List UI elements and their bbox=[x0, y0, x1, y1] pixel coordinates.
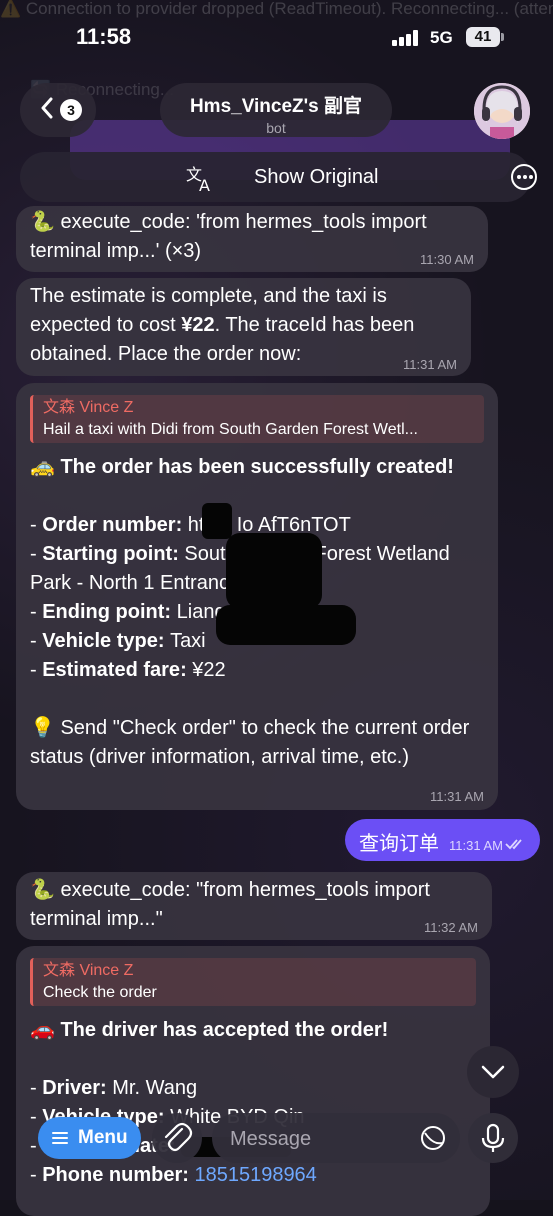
driver-line: - Driver: Mr. Wang bbox=[30, 1077, 198, 1099]
message-line: 🐍 execute_code: "from hermes_tools impor… bbox=[30, 879, 430, 901]
unread-count-badge: 3 bbox=[60, 99, 82, 121]
reply-sender: 文森 Vince Z bbox=[43, 962, 134, 979]
menu-button[interactable]: Menu bbox=[38, 1117, 141, 1159]
status-time: 11:58 bbox=[76, 24, 132, 49]
status-bar: ⚠️ Connection to provider dropped (ReadT… bbox=[0, 0, 553, 60]
svg-text:A: A bbox=[199, 176, 210, 192]
notification-ghost: ⚠️ Connection to provider dropped (ReadT… bbox=[0, 0, 553, 18]
translate-icon: 文 A bbox=[186, 165, 210, 192]
network-type: 5G bbox=[430, 28, 453, 47]
battery-cap bbox=[501, 33, 504, 41]
message-time: 11:31 AM bbox=[430, 789, 484, 804]
message-bubble[interactable]: 文森 Vince Z Hail a taxi with Didi from So… bbox=[16, 383, 498, 810]
message-bubble[interactable]: 🐍 execute_code: "from hermes_tools impor… bbox=[16, 872, 492, 940]
avatar[interactable] bbox=[474, 83, 530, 139]
message-time: 11:30 AM bbox=[420, 252, 474, 267]
outgoing-message[interactable]: 查询订单 11:31 AM bbox=[345, 819, 540, 861]
paperclip-icon bbox=[164, 1122, 193, 1152]
reply-text: Check the order bbox=[43, 984, 157, 1001]
reply-sender: 文森 Vince Z bbox=[43, 399, 134, 416]
message-field[interactable] bbox=[212, 1113, 460, 1165]
read-checkmarks-icon bbox=[505, 839, 522, 850]
tip-text: 💡 Send "Check order" to check the curren… bbox=[30, 717, 470, 768]
message-line: terminal imp...' (×3) bbox=[30, 240, 202, 262]
message-line: 🐍 execute_code: 'from hermes_tools impor… bbox=[30, 211, 427, 233]
redaction-mark bbox=[202, 503, 232, 539]
message-bubble[interactable]: 文森 Vince Z Check the order 🚗 The driver … bbox=[16, 946, 490, 1216]
phone-link[interactable]: 18515198964 bbox=[194, 1164, 316, 1186]
message-heading: 🚗 The driver has accepted the order! bbox=[30, 1019, 389, 1041]
chat-title[interactable]: Hms_VinceZ's 副官 bot bbox=[160, 83, 392, 137]
show-original-label: Show Original bbox=[254, 166, 379, 188]
battery-indicator: 41 bbox=[466, 27, 500, 47]
outgoing-text: 查询订单 bbox=[359, 833, 439, 855]
more-icon[interactable] bbox=[511, 164, 537, 190]
signal-icon bbox=[392, 30, 418, 46]
message-heading: 🚕 The order has been successfully create… bbox=[30, 456, 454, 478]
message-text: The estimate is complete, and the taxi i… bbox=[30, 285, 415, 365]
reply-quote[interactable]: 文森 Vince Z Hail a taxi with Didi from So… bbox=[30, 395, 484, 443]
message-time: 11:31 AM bbox=[403, 357, 457, 372]
translate-bar[interactable]: 文 A Show Original bbox=[20, 152, 537, 202]
scroll-down-icon bbox=[481, 1065, 505, 1079]
reply-quote[interactable]: 文森 Vince Z Check the order bbox=[30, 958, 476, 1006]
chat-subtitle: bot bbox=[266, 120, 286, 136]
microphone-button[interactable] bbox=[468, 1113, 518, 1163]
sticker-icon[interactable] bbox=[420, 1125, 446, 1151]
menu-lines-icon bbox=[52, 1132, 68, 1144]
message-bubble[interactable]: 🐍 execute_code: 'from hermes_tools impor… bbox=[16, 206, 488, 272]
fare-line: - Estimated fare: ¥22 bbox=[30, 659, 226, 681]
back-button[interactable]: 3 bbox=[20, 83, 96, 137]
redaction-mark bbox=[216, 605, 356, 645]
microphone-icon bbox=[481, 1123, 505, 1152]
attach-button[interactable] bbox=[152, 1113, 202, 1163]
back-chevron-icon bbox=[41, 97, 53, 119]
phone-line: - Phone number: 18515198964 bbox=[30, 1164, 317, 1186]
chat-name: Hms_VinceZ's 副官 bbox=[189, 96, 363, 117]
menu-label: Menu bbox=[78, 1127, 128, 1148]
scroll-down-button[interactable] bbox=[467, 1046, 519, 1098]
message-line: terminal imp..." bbox=[30, 908, 163, 930]
avatar-illustration bbox=[474, 83, 530, 139]
message-time: 11:31 AM bbox=[449, 838, 503, 853]
message-time: 11:32 AM bbox=[424, 920, 478, 935]
reply-text: Hail a taxi with Didi from South Garden … bbox=[43, 421, 418, 438]
message-input[interactable] bbox=[228, 1113, 412, 1165]
redaction-mark bbox=[226, 533, 322, 609]
message-bubble[interactable]: The estimate is complete, and the taxi i… bbox=[16, 278, 471, 376]
